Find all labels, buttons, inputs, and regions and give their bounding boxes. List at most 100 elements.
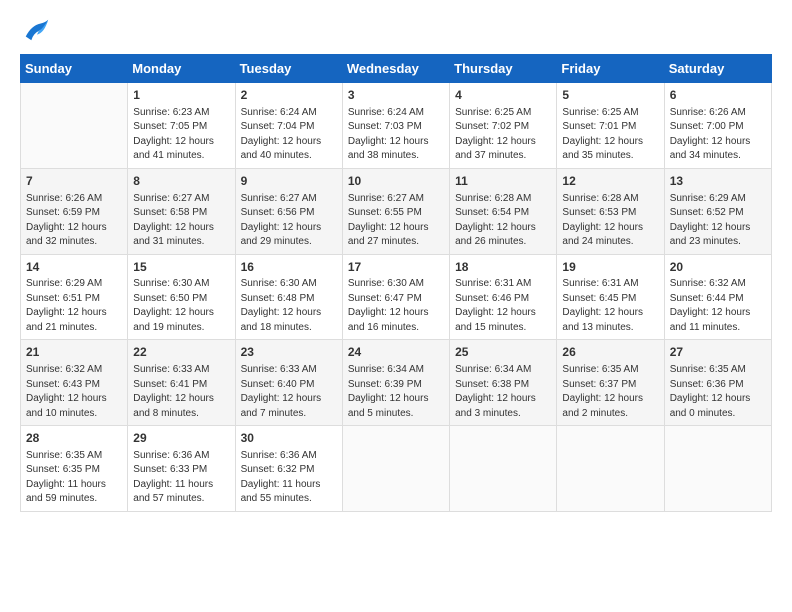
day-number: 23 xyxy=(241,344,337,361)
calendar-cell: 3 Sunrise: 6:24 AM Sunset: 7:03 PM Daylig… xyxy=(342,83,449,169)
calendar-cell: 9Sunrise: 6:27 AM Sunset: 6:56 PM Daylig… xyxy=(235,168,342,254)
day-number: 21 xyxy=(26,344,122,361)
calendar-cell: 24 Sunrise: 6:34 AM Sunset: 6:39 PM Dayli… xyxy=(342,340,449,426)
day-info: Sunrise: 6:29 AM Sunset: 6:52 PM Dayligh… xyxy=(670,192,766,250)
day-number: 30 xyxy=(241,430,337,447)
calendar-cell xyxy=(557,426,664,512)
day-number: 17 xyxy=(348,259,444,276)
day-info: Sunrise: 6:30 AM Sunset: 6:48 PM Dayligh… xyxy=(241,277,337,335)
calendar-cell: 27 Sunrise: 6:35 AM Sunset: 6:36 PM Dayli… xyxy=(664,340,771,426)
day-number: 22 xyxy=(133,344,229,361)
calendar-cell: 22 Sunrise: 6:33 AM Sunset: 6:41 PM Dayli… xyxy=(128,340,235,426)
day-info: Sunrise: 6:35 AM Sunset: 6:36 PM Dayligh… xyxy=(670,363,766,421)
calendar-cell: 2 Sunrise: 6:24 AM Sunset: 7:04 PM Daylig… xyxy=(235,83,342,169)
day-info: Sunrise: 6:24 AM Sunset: 7:04 PM Dayligh… xyxy=(241,106,337,164)
day-info: Sunrise: 6:27 AM Sunset: 6:58 PM Dayligh… xyxy=(133,192,229,250)
page-header xyxy=(20,20,772,44)
day-number: 18 xyxy=(455,259,551,276)
day-info: Sunrise: 6:33 AM Sunset: 6:41 PM Dayligh… xyxy=(133,363,229,421)
calendar-cell: 10 Sunrise: 6:27 AM Sunset: 6:55 PM Dayli… xyxy=(342,168,449,254)
weekday-header-sunday: Sunday xyxy=(21,55,128,83)
calendar-cell: 26 Sunrise: 6:35 AM Sunset: 6:37 PM Dayli… xyxy=(557,340,664,426)
calendar-cell: 30 Sunrise: 6:36 AM Sunset: 6:32 PM Dayli… xyxy=(235,426,342,512)
day-number: 4 xyxy=(455,87,551,104)
day-number: 26 xyxy=(562,344,658,361)
day-number: 2 xyxy=(241,87,337,104)
calendar-cell: 4 Sunrise: 6:25 AM Sunset: 7:02 PM Daylig… xyxy=(450,83,557,169)
calendar-cell: 6 Sunrise: 6:26 AM Sunset: 7:00 PM Daylig… xyxy=(664,83,771,169)
day-info: Sunrise: 6:36 AM Sunset: 6:33 PM Dayligh… xyxy=(133,449,229,507)
day-number: 5 xyxy=(562,87,658,104)
day-number: 10 xyxy=(348,173,444,190)
day-number: 16 xyxy=(241,259,337,276)
calendar-cell: 23 Sunrise: 6:33 AM Sunset: 6:40 PM Dayli… xyxy=(235,340,342,426)
day-info: Sunrise: 6:28 AM Sunset: 6:54 PM Dayligh… xyxy=(455,192,551,250)
day-info: Sunrise: 6:35 AM Sunset: 6:37 PM Dayligh… xyxy=(562,363,658,421)
calendar-cell xyxy=(21,83,128,169)
day-number: 19 xyxy=(562,259,658,276)
calendar-cell: 18Sunrise: 6:31 AM Sunset: 6:46 PM Dayli… xyxy=(450,254,557,340)
day-info: Sunrise: 6:24 AM Sunset: 7:03 PM Dayligh… xyxy=(348,106,444,164)
calendar-week-row: 21 Sunrise: 6:32 AM Sunset: 6:43 PM Dayli… xyxy=(21,340,772,426)
day-info: Sunrise: 6:26 AM Sunset: 7:00 PM Dayligh… xyxy=(670,106,766,164)
calendar-cell: 14Sunrise: 6:29 AM Sunset: 6:51 PM Dayli… xyxy=(21,254,128,340)
calendar-cell: 8Sunrise: 6:27 AM Sunset: 6:58 PM Daylig… xyxy=(128,168,235,254)
calendar-cell xyxy=(342,426,449,512)
day-number: 25 xyxy=(455,344,551,361)
weekday-header-tuesday: Tuesday xyxy=(235,55,342,83)
day-number: 15 xyxy=(133,259,229,276)
calendar-header-row: SundayMondayTuesdayWednesdayThursdayFrid… xyxy=(21,55,772,83)
day-info: Sunrise: 6:32 AM Sunset: 6:44 PM Dayligh… xyxy=(670,277,766,335)
calendar-cell: 20Sunrise: 6:32 AM Sunset: 6:44 PM Dayli… xyxy=(664,254,771,340)
calendar-cell: 7Sunrise: 6:26 AM Sunset: 6:59 PM Daylig… xyxy=(21,168,128,254)
day-number: 29 xyxy=(133,430,229,447)
weekday-header-saturday: Saturday xyxy=(664,55,771,83)
day-info: Sunrise: 6:28 AM Sunset: 6:53 PM Dayligh… xyxy=(562,192,658,250)
day-info: Sunrise: 6:35 AM Sunset: 6:35 PM Dayligh… xyxy=(26,449,122,507)
weekday-header-monday: Monday xyxy=(128,55,235,83)
day-info: Sunrise: 6:30 AM Sunset: 6:47 PM Dayligh… xyxy=(348,277,444,335)
day-number: 9 xyxy=(241,173,337,190)
day-number: 6 xyxy=(670,87,766,104)
calendar-cell: 15Sunrise: 6:30 AM Sunset: 6:50 PM Dayli… xyxy=(128,254,235,340)
calendar-cell: 16Sunrise: 6:30 AM Sunset: 6:48 PM Dayli… xyxy=(235,254,342,340)
day-info: Sunrise: 6:29 AM Sunset: 6:51 PM Dayligh… xyxy=(26,277,122,335)
day-info: Sunrise: 6:34 AM Sunset: 6:39 PM Dayligh… xyxy=(348,363,444,421)
calendar-cell: 29 Sunrise: 6:36 AM Sunset: 6:33 PM Dayli… xyxy=(128,426,235,512)
day-number: 13 xyxy=(670,173,766,190)
weekday-header-friday: Friday xyxy=(557,55,664,83)
calendar-week-row: 14Sunrise: 6:29 AM Sunset: 6:51 PM Dayli… xyxy=(21,254,772,340)
day-info: Sunrise: 6:34 AM Sunset: 6:38 PM Dayligh… xyxy=(455,363,551,421)
day-info: Sunrise: 6:33 AM Sunset: 6:40 PM Dayligh… xyxy=(241,363,337,421)
day-number: 27 xyxy=(670,344,766,361)
day-info: Sunrise: 6:31 AM Sunset: 6:45 PM Dayligh… xyxy=(562,277,658,335)
weekday-header-wednesday: Wednesday xyxy=(342,55,449,83)
day-info: Sunrise: 6:32 AM Sunset: 6:43 PM Dayligh… xyxy=(26,363,122,421)
calendar-cell: 21 Sunrise: 6:32 AM Sunset: 6:43 PM Dayli… xyxy=(21,340,128,426)
calendar-week-row: 1 Sunrise: 6:23 AM Sunset: 7:05 PM Daylig… xyxy=(21,83,772,169)
calendar-cell: 28 Sunrise: 6:35 AM Sunset: 6:35 PM Dayli… xyxy=(21,426,128,512)
day-number: 1 xyxy=(133,87,229,104)
logo xyxy=(20,20,50,44)
day-info: Sunrise: 6:30 AM Sunset: 6:50 PM Dayligh… xyxy=(133,277,229,335)
calendar-cell: 1 Sunrise: 6:23 AM Sunset: 7:05 PM Daylig… xyxy=(128,83,235,169)
day-number: 24 xyxy=(348,344,444,361)
calendar-cell: 13 Sunrise: 6:29 AM Sunset: 6:52 PM Dayli… xyxy=(664,168,771,254)
calendar-cell: 19Sunrise: 6:31 AM Sunset: 6:45 PM Dayli… xyxy=(557,254,664,340)
day-info: Sunrise: 6:23 AM Sunset: 7:05 PM Dayligh… xyxy=(133,106,229,164)
day-info: Sunrise: 6:25 AM Sunset: 7:01 PM Dayligh… xyxy=(562,106,658,164)
day-number: 28 xyxy=(26,430,122,447)
day-info: Sunrise: 6:25 AM Sunset: 7:02 PM Dayligh… xyxy=(455,106,551,164)
calendar-cell: 5 Sunrise: 6:25 AM Sunset: 7:01 PM Daylig… xyxy=(557,83,664,169)
calendar-cell: 17Sunrise: 6:30 AM Sunset: 6:47 PM Dayli… xyxy=(342,254,449,340)
logo-bird-icon xyxy=(22,16,50,44)
calendar-cell xyxy=(664,426,771,512)
day-number: 3 xyxy=(348,87,444,104)
day-number: 14 xyxy=(26,259,122,276)
calendar-week-row: 7Sunrise: 6:26 AM Sunset: 6:59 PM Daylig… xyxy=(21,168,772,254)
calendar-table: SundayMondayTuesdayWednesdayThursdayFrid… xyxy=(20,54,772,512)
day-number: 7 xyxy=(26,173,122,190)
day-info: Sunrise: 6:36 AM Sunset: 6:32 PM Dayligh… xyxy=(241,449,337,507)
day-number: 20 xyxy=(670,259,766,276)
day-info: Sunrise: 6:27 AM Sunset: 6:55 PM Dayligh… xyxy=(348,192,444,250)
